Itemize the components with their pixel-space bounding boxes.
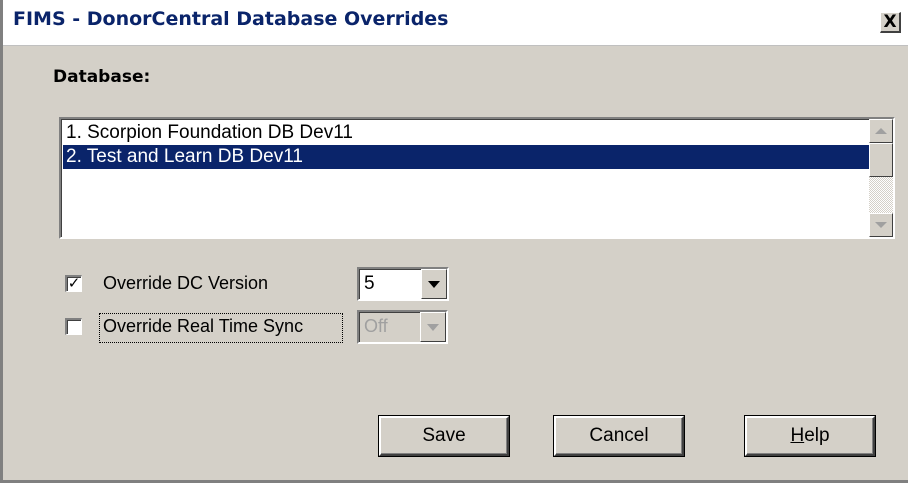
vertical-scrollbar[interactable] bbox=[869, 119, 893, 237]
dc-version-value: 5 bbox=[364, 273, 375, 294]
database-listbox[interactable]: 1. Scorpion Foundation DB Dev11 2. Test … bbox=[59, 117, 895, 239]
help-accelerator: H bbox=[790, 425, 805, 446]
scroll-down-button[interactable] bbox=[869, 213, 893, 237]
override-dc-version-checkbox[interactable]: ✓ bbox=[65, 275, 82, 292]
chevron-down-icon bbox=[427, 323, 439, 331]
arrow-up-icon bbox=[875, 128, 887, 134]
override-real-time-sync-checkbox[interactable] bbox=[65, 318, 82, 335]
real-time-sync-value: Off bbox=[364, 316, 388, 336]
save-button[interactable]: Save bbox=[379, 416, 509, 456]
list-item-selected[interactable]: 2. Test and Learn DB Dev11 bbox=[63, 145, 869, 169]
override-dc-version-label[interactable]: Override DC Version bbox=[103, 273, 268, 294]
scroll-thumb[interactable] bbox=[869, 143, 893, 177]
database-label: Database: bbox=[53, 67, 151, 87]
chevron-down-icon bbox=[428, 280, 440, 288]
window-title: FIMS - DonorCentral Database Overrides bbox=[13, 8, 449, 30]
close-icon: X bbox=[883, 11, 897, 32]
cancel-button[interactable]: Cancel bbox=[554, 416, 684, 456]
real-time-sync-dropdown-button[interactable] bbox=[420, 312, 446, 342]
help-button[interactable]: Help bbox=[745, 416, 875, 456]
dc-version-select[interactable]: 5 bbox=[357, 267, 449, 301]
scroll-up-button[interactable] bbox=[869, 119, 893, 143]
arrow-down-icon bbox=[875, 222, 887, 228]
dc-version-dropdown-button[interactable] bbox=[421, 269, 447, 299]
override-real-time-sync-label[interactable]: Override Real Time Sync bbox=[103, 316, 303, 337]
real-time-sync-select[interactable]: Off bbox=[357, 310, 448, 344]
list-item[interactable]: 1. Scorpion Foundation DB Dev11 bbox=[63, 121, 869, 145]
title-bar[interactable]: FIMS - DonorCentral Database Overrides X bbox=[3, 0, 908, 46]
help-label: elp bbox=[804, 425, 830, 446]
dialog-window: FIMS - DonorCentral Database Overrides X… bbox=[0, 0, 908, 483]
close-button[interactable]: X bbox=[880, 12, 901, 33]
